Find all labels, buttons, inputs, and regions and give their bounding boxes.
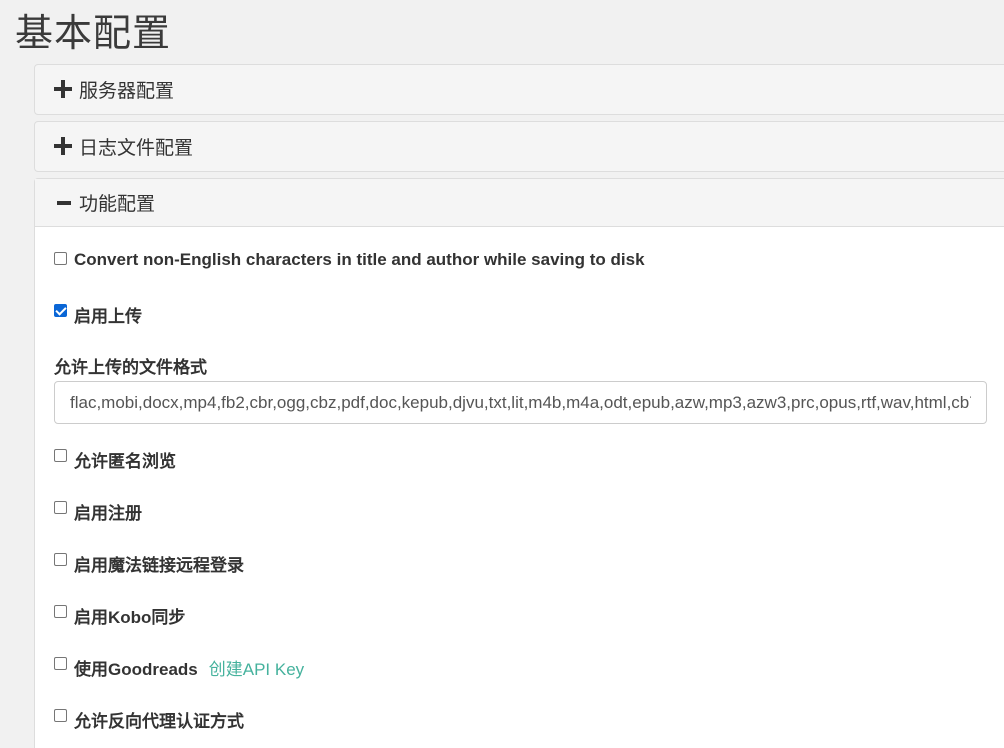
panel-feature-config: 功能配置 Convert non-English characters in t…	[34, 178, 1004, 748]
page: 基本配置 服务器配置 日志文件配置 功能配置 Convert non-Engli…	[0, 0, 1004, 748]
option-kobo-sync: 启用Kobo同步	[54, 603, 185, 628]
option-convert-chars: Convert non-English characters in title …	[54, 250, 645, 270]
panel-heading-feature-config[interactable]: 功能配置	[35, 179, 1004, 227]
label-allowed-formats: 允许上传的文件格式	[54, 358, 207, 377]
option-enable-register: 启用注册	[54, 499, 142, 524]
option-goodreads: 使用Goodreads 创建API Key	[54, 655, 304, 680]
checkbox-goodreads[interactable]	[54, 657, 67, 670]
label-convert-chars: Convert non-English characters in title …	[74, 250, 645, 269]
option-anon-browse: 允许匿名浏览	[54, 447, 176, 472]
label-anon-browse: 允许匿名浏览	[74, 452, 176, 471]
checkbox-anon-browse[interactable]	[54, 449, 67, 462]
panel-title-log-config: 日志文件配置	[79, 137, 194, 159]
label-enable-upload: 启用上传	[74, 307, 142, 326]
checkbox-magic-link[interactable]	[54, 553, 67, 566]
panel-heading-server-config[interactable]: 服务器配置	[35, 65, 1004, 113]
checkbox-enable-register[interactable]	[54, 501, 67, 514]
panel-log-config: 日志文件配置	[34, 121, 1004, 172]
panel-title-server-config: 服务器配置	[79, 80, 175, 102]
plus-icon	[54, 137, 72, 155]
label-reverse-proxy: 允许反向代理认证方式	[74, 712, 244, 731]
checkbox-enable-upload[interactable]	[54, 304, 67, 317]
panel-server-config: 服务器配置	[34, 64, 1004, 115]
checkbox-kobo-sync[interactable]	[54, 605, 67, 618]
label-kobo-sync: 启用Kobo同步	[74, 608, 186, 627]
panel-title-feature-config: 功能配置	[79, 194, 156, 215]
page-title: 基本配置	[15, 13, 172, 55]
panel-heading-log-config[interactable]: 日志文件配置	[35, 122, 1004, 170]
label-magic-link: 启用魔法链接远程登录	[74, 556, 244, 575]
create-api-key-link[interactable]: 创建API Key	[209, 655, 304, 680]
minus-icon	[54, 194, 72, 212]
option-reverse-proxy: 允许反向代理认证方式	[54, 707, 244, 732]
option-magic-link: 启用魔法链接远程登录	[54, 551, 244, 576]
label-enable-register: 启用注册	[74, 504, 142, 523]
checkbox-convert-chars[interactable]	[54, 252, 67, 265]
plus-icon	[54, 80, 72, 98]
option-enable-upload: 启用上传	[54, 302, 142, 327]
label-goodreads: 使用Goodreads	[74, 660, 198, 679]
allowed-formats-input[interactable]	[54, 381, 987, 424]
checkbox-reverse-proxy[interactable]	[54, 709, 67, 722]
